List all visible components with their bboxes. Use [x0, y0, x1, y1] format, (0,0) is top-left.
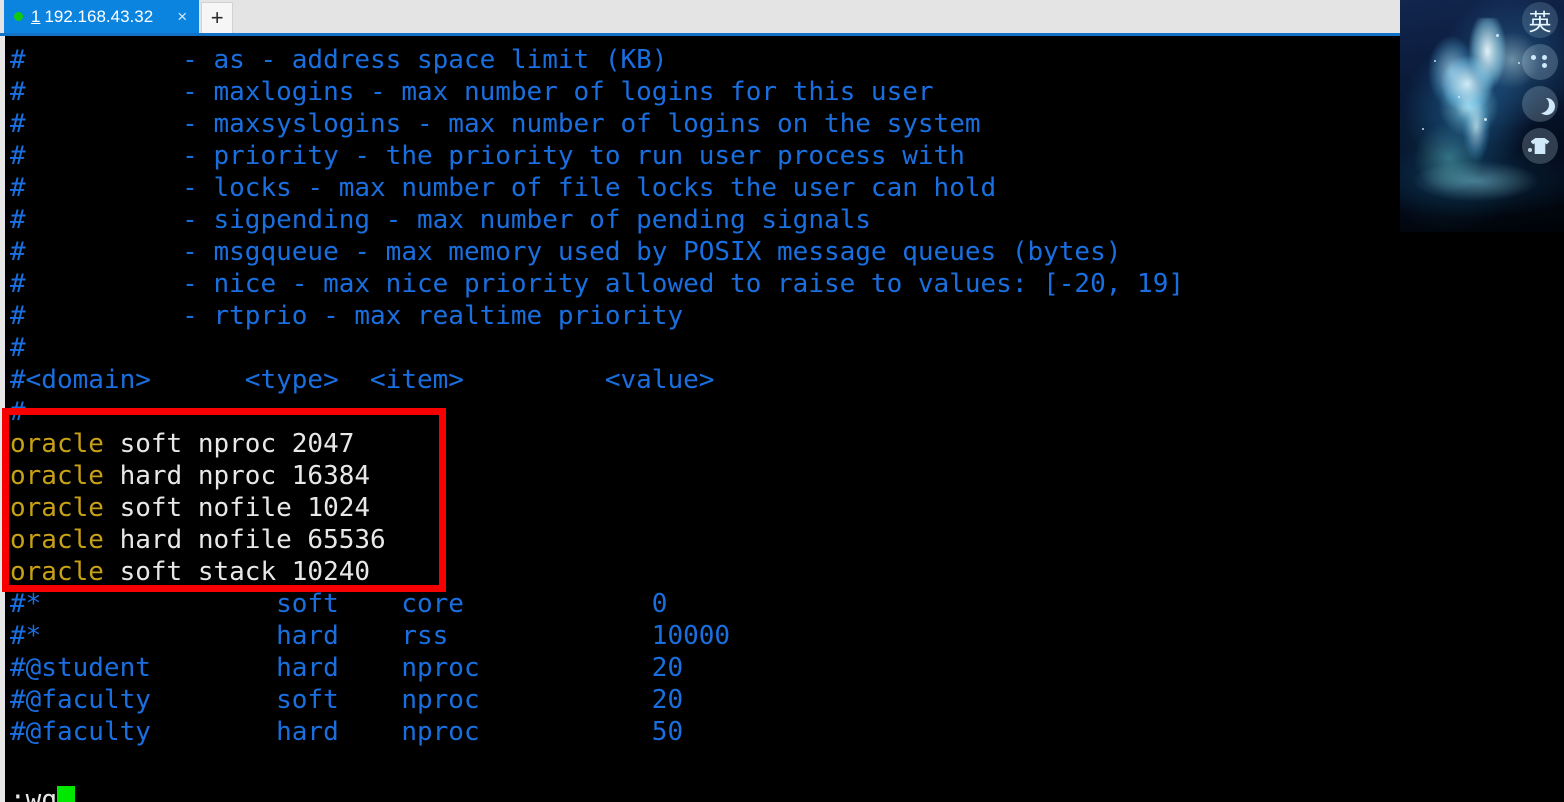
punctuation-glyph: [1531, 54, 1549, 70]
terminal-line: #@faculty soft nproc 20: [10, 684, 683, 716]
comment-text: #: [10, 333, 26, 363]
comment-text: # - as - address space limit (KB): [10, 45, 668, 75]
limit-rest: hard nproc 16384: [103, 461, 371, 491]
terminal-cursor: [56, 786, 75, 802]
terminal-line: oracle soft nproc 2047: [10, 428, 354, 460]
new-tab-button[interactable]: +: [201, 2, 234, 33]
limit-domain: oracle: [10, 461, 104, 491]
vim-command-line: :wq: [10, 784, 75, 802]
terminal-line: #<domain> <type> <item> <value>: [10, 364, 714, 396]
comment-text: #@faculty soft nproc 20: [10, 685, 684, 715]
terminal-line: # - msgqueue - max memory used by POSIX …: [10, 236, 1121, 268]
comment-text: # - locks - max number of file locks the…: [10, 173, 997, 203]
terminal-line: # - as - address space limit (KB): [10, 44, 667, 76]
terminal-line: # - rtprio - max realtime priority: [10, 300, 683, 332]
comment-text: # - maxlogins - max number of logins for…: [10, 77, 934, 107]
ime-mode-button[interactable]: 英: [1522, 2, 1558, 38]
limit-rest: soft stack 10240: [103, 557, 371, 587]
connection-status-dot: [14, 12, 23, 21]
comment-text: #<domain> <type> <item> <value>: [10, 365, 715, 395]
comment-text: #@student hard nproc 20: [10, 653, 684, 683]
terminal-line: # - priority - the priority to run user …: [10, 140, 965, 172]
terminal-line: oracle soft nofile 1024: [10, 492, 370, 524]
limit-domain: oracle: [10, 493, 104, 523]
tab-bar: 1 192.168.43.32 × +: [0, 0, 1564, 36]
tab-index-label: 1: [31, 6, 41, 26]
limit-rest: soft nofile 1024: [103, 493, 371, 523]
comment-text: #* hard rss 10000: [10, 621, 731, 651]
shirt-icon[interactable]: [1522, 128, 1558, 164]
comment-text: # - nice - max nice priority allowed to …: [10, 269, 1184, 299]
close-icon[interactable]: ×: [171, 6, 193, 27]
limit-domain: oracle: [10, 429, 104, 459]
pegasus-illustration: [1418, 18, 1530, 168]
terminal-line: #: [10, 332, 26, 364]
comment-text: #* soft core 0: [10, 589, 668, 619]
vim-command-text: :wq: [10, 785, 57, 802]
comment-text: # - sigpending - max number of pending s…: [10, 205, 871, 235]
terminal-line: oracle hard nofile 65536: [10, 524, 386, 556]
terminal-line: # - maxsyslogins - max number of logins …: [10, 108, 981, 140]
comment-text: #: [10, 397, 26, 427]
comment-text: #@faculty hard nproc 50: [10, 717, 684, 747]
comment-text: # - msgqueue - max memory used by POSIX …: [10, 237, 1122, 267]
shirt-glyph: [1530, 138, 1550, 154]
terminal-line: #@faculty hard nproc 50: [10, 716, 683, 748]
terminal-line: # - maxlogins - max number of logins for…: [10, 76, 934, 108]
terminal-line: oracle soft stack 10240: [10, 556, 370, 588]
comment-text: # - priority - the priority to run user …: [10, 141, 965, 171]
comment-text: # - rtprio - max realtime priority: [10, 301, 684, 331]
terminal-line: # - sigpending - max number of pending s…: [10, 204, 871, 236]
terminal-line: #* soft core 0: [10, 588, 667, 620]
limit-domain: oracle: [10, 557, 104, 587]
terminal-line: #: [10, 396, 26, 428]
ime-floating-widget[interactable]: 英: [1400, 0, 1564, 232]
limit-rest: hard nofile 65536: [103, 525, 386, 555]
terminal-line: oracle hard nproc 16384: [10, 460, 370, 492]
comment-text: # - maxsyslogins - max number of logins …: [10, 109, 981, 139]
limit-rest: soft nproc 2047: [103, 429, 355, 459]
limit-domain: oracle: [10, 525, 104, 555]
tab-title-label: 192.168.43.32: [44, 6, 154, 26]
terminal-line: # - locks - max number of file locks the…: [10, 172, 996, 204]
terminal-output[interactable]: #@faculty hard nproc 50 #@faculty soft np…: [5, 36, 1564, 802]
tab-192-168-43-32[interactable]: 1 192.168.43.32 ×: [4, 0, 200, 33]
terminal-line: #@student hard nproc 20: [10, 652, 683, 684]
terminal-line: # - nice - max nice priority allowed to …: [10, 268, 1184, 300]
terminal-line: #* hard rss 10000: [10, 620, 730, 652]
moon-glyph: [1532, 96, 1549, 113]
terminal-window: 1 192.168.43.32 × + #@faculty hard nproc…: [0, 0, 1564, 802]
moon-icon[interactable]: [1522, 86, 1558, 122]
punctuation-icon[interactable]: [1522, 44, 1558, 80]
